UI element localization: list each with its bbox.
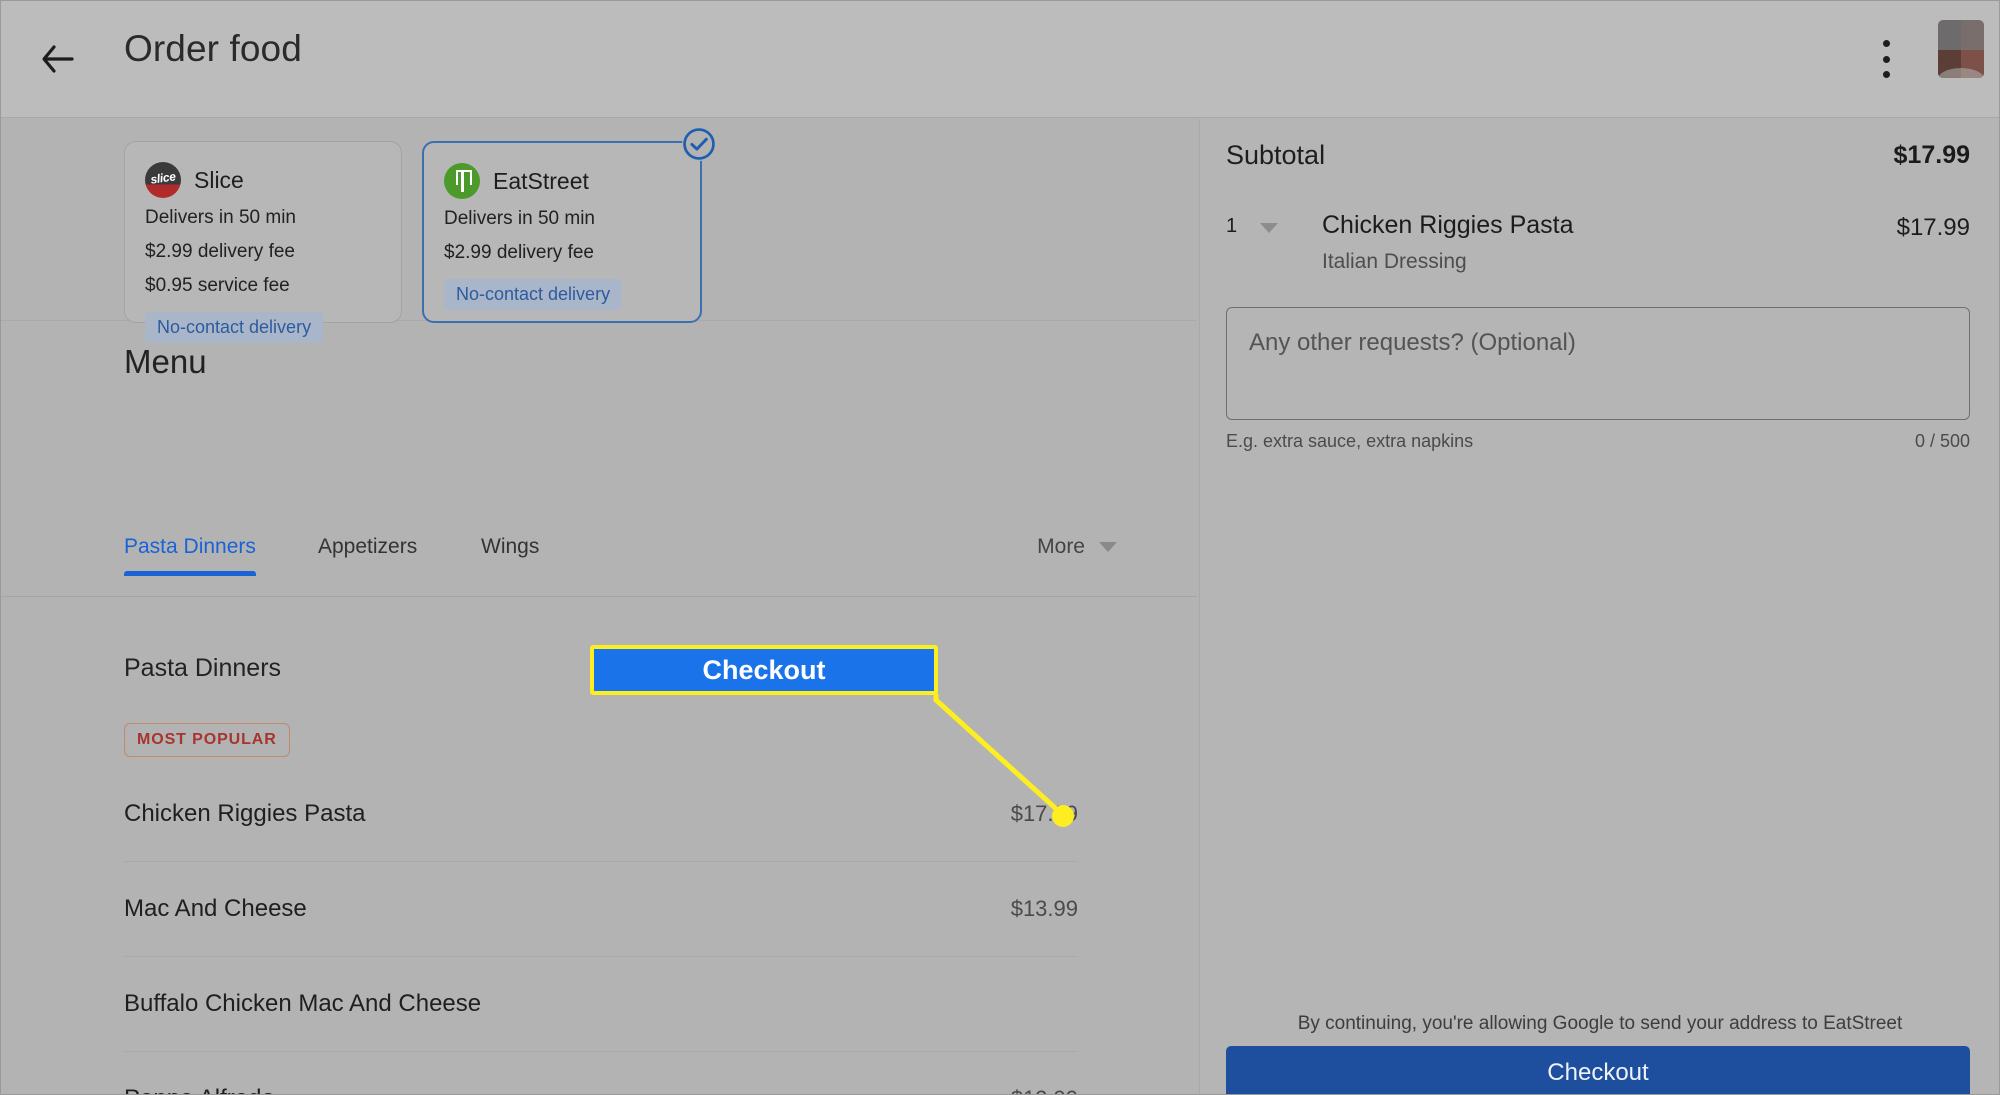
provider-service-fee: $0.95 service fee — [145, 275, 290, 296]
cart-line-item-top: 1 Chicken Riggies Pasta Italian Dressing… — [1226, 211, 1970, 274]
most-popular-badge: MOST POPULAR — [124, 723, 290, 757]
subtotal-row: Subtotal $17.99 — [1226, 140, 1970, 171]
subtotal-value: $17.99 — [1893, 141, 1970, 169]
provider-card-eatstreet[interactable]: EatStreet Delivers in 50 min $2.99 deliv… — [422, 127, 716, 323]
menu-item-row[interactable]: Mac And Cheese $13.99 — [124, 862, 1078, 957]
menu-item-name: Mac And Cheese — [124, 895, 307, 922]
menu-item-row[interactable]: Buffalo Chicken Mac And Cheese — [124, 957, 1078, 1052]
menu-item-list: Chicken Riggies Pasta $17.99 Mac And Che… — [124, 767, 1078, 1095]
no-contact-delivery-badge: No-contact delivery — [444, 279, 623, 310]
provider-delivery-time: Delivers in 50 min — [444, 208, 595, 229]
selected-check-icon — [682, 127, 716, 161]
checkout-button[interactable]: Checkout — [1226, 1046, 1970, 1095]
slice-logo-text: slice — [149, 169, 177, 187]
provider-delivery-fee: $2.99 delivery fee — [145, 241, 295, 262]
notes-meta: E.g. extra sauce, extra napkins 0 / 500 — [1226, 431, 1970, 452]
page-title: Order food — [124, 28, 302, 69]
provider-card-slice[interactable]: slice Slice Delivers in 50 min $2.99 del… — [124, 141, 402, 343]
menu-pane: slice Slice Delivers in 50 min $2.99 del… — [0, 119, 1197, 1095]
quantity-value: 1 — [1226, 215, 1238, 237]
cart-item-option: Italian Dressing — [1322, 250, 1467, 273]
cart-item-texts: Chicken Riggies Pasta Italian Dressing — [1322, 211, 1897, 274]
menu-item-price: $13.99 — [1010, 896, 1078, 921]
notes-char-counter: 0 / 500 — [1914, 431, 1970, 451]
eatstreet-logo-icon — [444, 163, 480, 199]
kebab-dot — [1882, 55, 1890, 63]
kebab-dot — [1882, 40, 1890, 47]
provider-delivery-fee: $2.99 delivery fee — [444, 242, 594, 263]
slice-logo-icon: slice — [145, 162, 181, 198]
menu-item-price: $17.99 — [1010, 801, 1078, 826]
tab-wings[interactable]: Wings — [481, 535, 539, 573]
cart-pane: Subtotal $17.99 1 Chicken Riggies Pasta … — [1199, 119, 2000, 1095]
screen-root: Order food slice Slice Delivers in 50 mi… — [0, 0, 2000, 1095]
menu-section-title: Pasta Dinners — [124, 654, 282, 682]
special-requests-input[interactable] — [1226, 307, 1970, 420]
provider-delivery-time: Delivers in 50 min — [145, 207, 296, 228]
provider-header: slice Slice — [145, 162, 379, 198]
menu-item-name: Buffalo Chicken Mac And Cheese — [124, 990, 482, 1017]
cart-line-item: 1 Chicken Riggies Pasta Italian Dressing… — [1226, 211, 1970, 274]
notes-hint: E.g. extra sauce, extra napkins — [1226, 431, 1474, 451]
menu-item-row[interactable]: Penne Alfredo $12.99 — [124, 1052, 1078, 1095]
cart-item-price: $17.99 — [1896, 214, 1970, 241]
menu-item-row[interactable]: Chicken Riggies Pasta $17.99 — [124, 767, 1078, 862]
app-bar: Order food — [0, 0, 2000, 118]
provider-name: Slice — [194, 166, 244, 193]
provider-header: EatStreet — [444, 163, 678, 199]
no-contact-delivery-badge: No-contact delivery — [145, 312, 324, 343]
menu-item-price: $12.99 — [1011, 1086, 1078, 1095]
menu-tabs: Pasta Dinners Appetizers Wings More — [0, 519, 1197, 597]
menu-item-name: Penne Alfredo — [124, 1085, 275, 1095]
back-button[interactable] — [32, 33, 84, 85]
cart-item-name: Chicken Riggies Pasta — [1322, 211, 1574, 239]
tab-pasta-dinners[interactable]: Pasta Dinners — [124, 535, 256, 576]
more-tabs-label: More — [1037, 535, 1085, 558]
tab-appetizers[interactable]: Appetizers — [318, 535, 417, 573]
kebab-dot — [1882, 71, 1890, 78]
subtotal-label: Subtotal — [1226, 140, 1326, 170]
address-disclaimer: By continuing, you're allowing Google to… — [1297, 1013, 1903, 1034]
menu-item-name: Chicken Riggies Pasta — [124, 800, 366, 827]
more-vert-icon[interactable] — [1866, 36, 1906, 82]
provider-selector: slice Slice Delivers in 50 min $2.99 del… — [0, 119, 1197, 343]
arrow-back-icon — [41, 44, 75, 74]
checkout-callout-button[interactable]: Checkout — [590, 645, 938, 695]
menu-heading: Menu — [124, 343, 207, 380]
more-tabs-button[interactable]: More — [1037, 535, 1117, 559]
quantity-dropdown-icon[interactable] — [1260, 223, 1278, 233]
avatar[interactable] — [1938, 20, 1984, 78]
chevron-down-icon — [1099, 542, 1117, 552]
provider-name: EatStreet — [493, 167, 589, 194]
